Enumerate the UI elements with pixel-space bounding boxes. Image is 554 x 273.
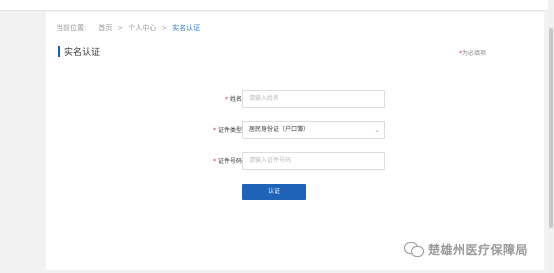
scrollbar-thumb[interactable] — [549, 28, 553, 228]
breadcrumb-home-link[interactable]: 首页 — [98, 23, 112, 33]
id-type-value: 居民身份证（户口簿） — [249, 126, 310, 133]
breadcrumb-separator: > — [161, 24, 168, 32]
section-title-accent-bar — [58, 45, 60, 57]
form-row-id-type: * 证件类型 居民身份证（户口簿） ⌄ — [46, 121, 544, 139]
form-row-id-number: * 证件号码 请输入证件号码 — [46, 152, 544, 170]
breadcrumb-center-link[interactable]: 个人中心 — [128, 23, 156, 33]
wechat-icon — [404, 242, 424, 257]
required-star: * — [224, 96, 228, 103]
required-note: *为必填项 — [459, 48, 486, 57]
scrollbar[interactable] — [548, 0, 554, 273]
id-type-label-text: 证件类型 — [217, 127, 242, 134]
breadcrumb-label: 当前位置: — [56, 24, 87, 32]
breadcrumb-current: 实名认证 — [172, 24, 201, 32]
page-title: 实名认证 — [64, 47, 101, 58]
section-title: 实名认证 — [58, 45, 101, 58]
breadcrumb-separator: > — [117, 24, 124, 32]
required-star: * — [212, 158, 216, 165]
id-number-input[interactable]: 请输入证件号码 — [242, 152, 385, 170]
id-number-label: * 证件号码 — [213, 156, 242, 165]
required-star: * — [212, 127, 216, 134]
top-bar — [0, 0, 554, 11]
required-note-text: 为必填项 — [461, 50, 486, 57]
name-label-text: 姓名 — [229, 96, 242, 103]
id-number-label-text: 证件号码 — [217, 158, 242, 165]
verify-button[interactable]: 认证 — [242, 184, 306, 200]
breadcrumb: 当前位置: 首页 > 个人中心 > 实名认证 — [56, 22, 200, 34]
id-type-select[interactable]: 居民身份证（户口簿） ⌄ — [242, 121, 385, 139]
watermark-text: 楚雄州医疗保障局 — [428, 242, 529, 257]
watermark: 楚雄州医疗保障局 — [404, 240, 528, 258]
form-row-name: * 姓名 请输入姓名 — [46, 90, 544, 108]
id-type-label: * 证件类型 — [213, 125, 242, 134]
chevron-down-icon: ⌄ — [374, 126, 380, 134]
name-input[interactable]: 请输入姓名 — [242, 90, 385, 108]
main-card: 当前位置: 首页 > 个人中心 > 实名认证 实名认证 *为必填项 * 姓名 请输… — [46, 12, 544, 270]
name-label: * 姓名 — [225, 94, 242, 103]
